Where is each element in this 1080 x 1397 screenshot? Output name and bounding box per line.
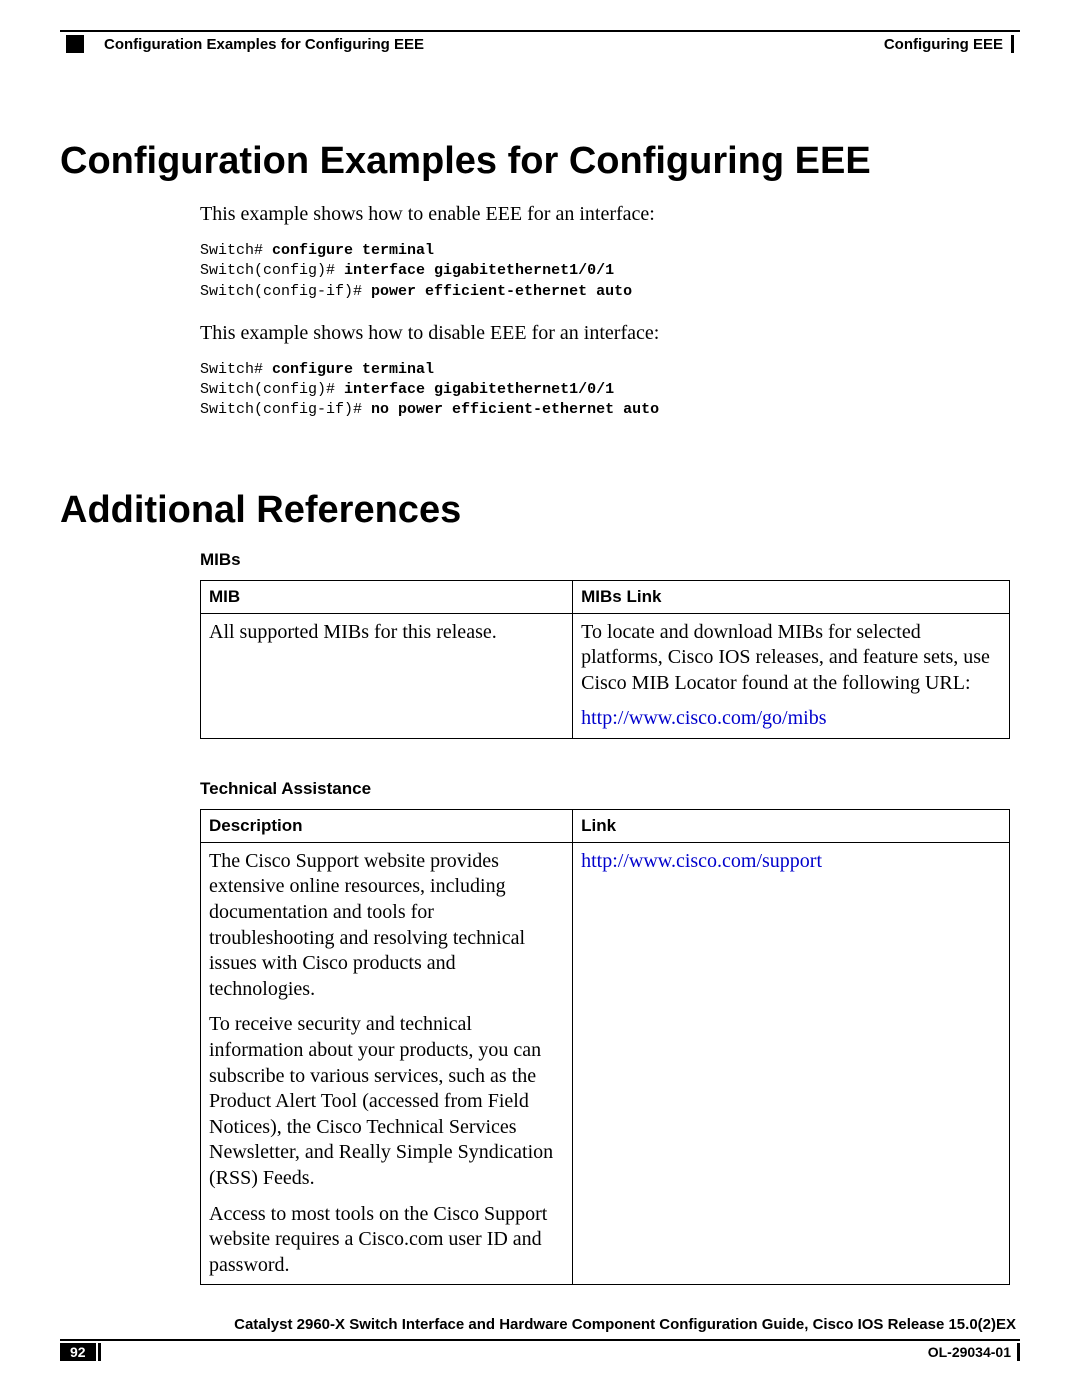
paragraph: This example shows how to disable EEE fo… bbox=[200, 320, 1010, 346]
footer-rule bbox=[60, 1339, 1020, 1341]
cell-text: The Cisco Support website provides exten… bbox=[209, 849, 564, 1003]
table-cell: All supported MIBs for this release. bbox=[201, 613, 573, 738]
code-prompt: Switch(config-if)# bbox=[200, 401, 371, 418]
page-number-badge: 92 bbox=[60, 1343, 101, 1361]
section2-body: MIBs MIB MIBs Link All supported MIBs fo… bbox=[200, 550, 1010, 1286]
code-prompt: Switch(config-if)# bbox=[200, 283, 371, 300]
code-prompt: Switch# bbox=[200, 242, 272, 259]
table-tech-assist: Description Link The Cisco Support websi… bbox=[200, 809, 1010, 1286]
footer-row: 92 OL-29034-01 bbox=[60, 1343, 1020, 1361]
code-prompt: Switch(config)# bbox=[200, 381, 344, 398]
table-header-cell: MIB bbox=[201, 580, 573, 613]
header-left: Configuration Examples for Configuring E… bbox=[60, 35, 424, 53]
footer-bar-icon bbox=[1017, 1343, 1020, 1361]
support-link[interactable]: http://www.cisco.com/support bbox=[581, 850, 822, 872]
subheading-tech-assist: Technical Assistance bbox=[200, 779, 1010, 799]
footer-book-title: Catalyst 2960-X Switch Interface and Har… bbox=[60, 1316, 1020, 1333]
header-right: Configuring EEE bbox=[884, 35, 1020, 53]
table-cell: http://www.cisco.com/support bbox=[573, 842, 1010, 1285]
table-cell: The Cisco Support website provides exten… bbox=[201, 842, 573, 1285]
cell-text: All supported MIBs for this release. bbox=[209, 620, 564, 646]
code-block-disable-eee: Switch# configure terminal Switch(config… bbox=[200, 360, 1010, 421]
paragraph: This example shows how to enable EEE for… bbox=[200, 201, 1010, 227]
cell-text: To locate and download MIBs for selected… bbox=[581, 620, 1001, 697]
cell-text: To receive security and technical inform… bbox=[209, 1012, 564, 1191]
code-command: configure terminal bbox=[272, 361, 434, 378]
header-bar-icon bbox=[1011, 35, 1014, 53]
table-header-cell: Link bbox=[573, 809, 1010, 842]
cell-text: Access to most tools on the Cisco Suppor… bbox=[209, 1202, 564, 1279]
table-cell: To locate and download MIBs for selected… bbox=[573, 613, 1010, 738]
code-command: interface gigabitethernet1/0/1 bbox=[344, 262, 614, 279]
code-command: configure terminal bbox=[272, 242, 434, 259]
subheading-mibs: MIBs bbox=[200, 550, 1010, 570]
table-header-row: Description Link bbox=[201, 809, 1010, 842]
page-badge-tail-icon bbox=[98, 1343, 101, 1361]
code-command: power efficient-ethernet auto bbox=[371, 283, 632, 300]
doc-id: OL-29034-01 bbox=[928, 1344, 1011, 1360]
code-prompt: Switch# bbox=[200, 361, 272, 378]
section-heading-additional-refs: Additional References bbox=[60, 489, 1020, 532]
section1-body: This example shows how to enable EEE for… bbox=[200, 201, 1010, 421]
code-command: no power efficient-ethernet auto bbox=[371, 401, 659, 418]
doc-id-block: OL-29034-01 bbox=[928, 1343, 1020, 1361]
table-row: All supported MIBs for this release. To … bbox=[201, 613, 1010, 738]
table-row: The Cisco Support website provides exten… bbox=[201, 842, 1010, 1285]
section-heading-config-examples: Configuration Examples for Configuring E… bbox=[60, 140, 1020, 183]
breadcrumb: Configuration Examples for Configuring E… bbox=[104, 36, 424, 53]
code-block-enable-eee: Switch# configure terminal Switch(config… bbox=[200, 241, 1010, 302]
code-command: interface gigabitethernet1/0/1 bbox=[344, 381, 614, 398]
table-mibs: MIB MIBs Link All supported MIBs for thi… bbox=[200, 580, 1010, 739]
chapter-label: Configuring EEE bbox=[884, 36, 1003, 53]
table-header-row: MIB MIBs Link bbox=[201, 580, 1010, 613]
page-content: Configuration Examples for Configuring E… bbox=[60, 140, 1020, 1325]
table-header-cell: MIBs Link bbox=[573, 580, 1010, 613]
page-header: Configuration Examples for Configuring E… bbox=[60, 32, 1020, 56]
code-prompt: Switch(config)# bbox=[200, 262, 344, 279]
section-marker-icon bbox=[66, 35, 84, 53]
mibs-link[interactable]: http://www.cisco.com/go/mibs bbox=[581, 707, 826, 729]
table-header-cell: Description bbox=[201, 809, 573, 842]
page-number: 92 bbox=[60, 1343, 96, 1361]
page-footer: Catalyst 2960-X Switch Interface and Har… bbox=[60, 1316, 1020, 1361]
